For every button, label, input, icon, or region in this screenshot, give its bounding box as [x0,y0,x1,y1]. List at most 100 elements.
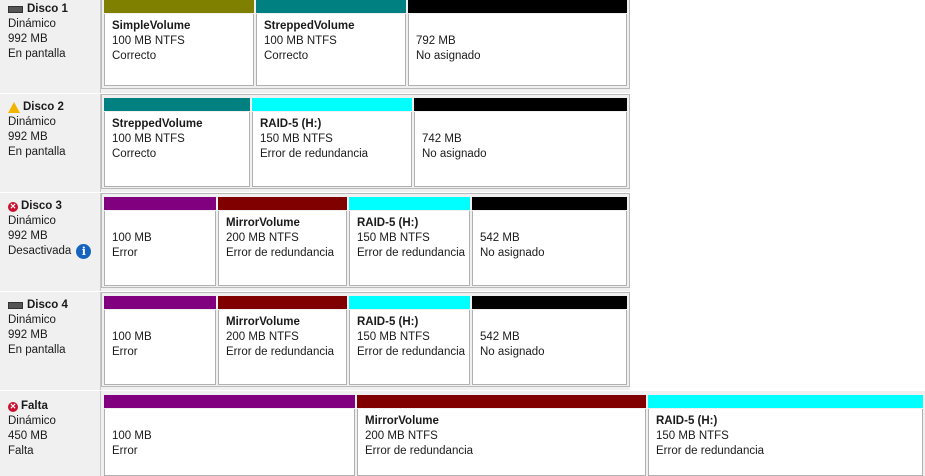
partition-raid5[interactable]: RAID-5 (H:) 150 MB NTFS Error de redunda… [349,296,470,385]
disk-2-label[interactable]: Disco 2 Dinámico 992 MB En pantalla [0,94,101,192]
partition-mirror-volume[interactable]: MirrorVolume 200 MB NTFS Error de redund… [218,296,347,385]
disk-type: Dinámico [8,18,56,30]
partition-unallocated[interactable]: 542 MB No asignado [472,197,627,286]
disk-type: Dinámico [8,415,56,427]
partition-size: 200 MB NTFS [226,331,299,343]
disk-status: En pantalla [8,146,66,158]
partition-status: Error de redundancia [226,247,335,259]
disk-size: 450 MB [8,430,48,442]
partition-size: 100 MB NTFS [112,133,185,145]
disk-row-1: Disco 1 Dinámico 992 MB En pantalla Simp… [0,0,925,93]
partition-unallocated[interactable]: 792 MB No asignado [408,0,627,86]
partition-color-bar [648,395,923,408]
partition-status: No asignado [480,247,545,259]
partition-unallocated[interactable]: 742 MB No asignado [414,98,627,187]
partition-mirror-volume[interactable]: MirrorVolume 200 MB NTFS Error de redund… [357,395,646,476]
partition-color-bar [349,197,470,210]
disk-status: En pantalla [8,48,66,60]
disk-name: Disco 2 [23,101,64,113]
partition-name: RAID-5 (H:) [357,316,419,328]
disk-4-label[interactable]: Disco 4 Dinámico 992 MB En pantalla [0,292,101,390]
partition-name: MirrorVolume [365,415,439,427]
partition-size: 200 MB NTFS [365,430,438,442]
info-icon[interactable]: i [76,244,92,259]
partition-color-bar [256,0,406,13]
partition-size: 150 MB NTFS [656,430,729,442]
disk-name: Disco 3 [21,200,62,212]
disk-type: Dinámico [8,215,56,227]
partition-size: 200 MB NTFS [226,232,299,244]
partition-status: Correcto [112,50,157,62]
partition-status: No asignado [480,346,545,358]
disk-status: Falta [8,445,34,457]
partition-size: 100 MB [112,331,152,343]
partition-size: 150 MB NTFS [357,331,430,343]
partition-raid5[interactable]: RAID-5 (H:) 150 MB NTFS Error de redunda… [252,98,412,187]
partition-status: Error de redundancia [357,346,466,358]
disk-size: 992 MB [8,329,48,341]
partition-unallocated[interactable]: 542 MB No asignado [472,296,627,385]
disk-size: 992 MB [8,131,48,143]
disk-name: Disco 4 [27,299,68,311]
partition-size: 100 MB NTFS [264,35,337,47]
partition-size: 542 MB [480,331,520,343]
partition-failed[interactable]: 100 MB Error [104,296,216,385]
partition-size: 150 MB NTFS [357,232,430,244]
partition-color-bar [104,0,254,13]
partition-status: Error de redundancia [365,445,474,457]
partition-color-bar [252,98,412,111]
partition-size: 100 MB NTFS [112,35,185,47]
partition-size: 792 MB [416,35,456,47]
disk-1-label[interactable]: Disco 1 Dinámico 992 MB En pantalla [0,0,101,93]
partition-size: 100 MB [112,232,152,244]
partition-size: 742 MB [422,133,462,145]
partition-color-bar [414,98,627,111]
disk-size: 992 MB [8,33,48,45]
partition-stripped-volume[interactable]: StreppedVolume 100 MB NTFS Correcto [256,0,406,86]
partition-color-bar [218,197,347,210]
partition-name: MirrorVolume [226,316,300,328]
drive-icon [8,302,24,309]
partition-raid5[interactable]: RAID-5 (H:) 150 MB NTFS Error de redunda… [648,395,923,476]
partition-name: RAID-5 (H:) [260,118,322,130]
error-drive-icon: ✕ [8,201,18,212]
partition-mirror-volume[interactable]: MirrorVolume 200 MB NTFS Error de redund… [218,197,347,286]
partition-raid5[interactable]: RAID-5 (H:) 150 MB NTFS Error de redunda… [349,197,470,286]
disk-row-missing: ✕ Falta Dinámico 450 MB Falta 100 MB Erro… [0,391,925,476]
partition-name: StreppedVolume [112,118,203,130]
partition-status: Error de redundancia [357,247,466,259]
partition-color-bar [104,296,216,309]
drive-icon [8,6,24,13]
partition-status: No asignado [422,148,487,160]
partition-status: Error de redundancia [656,445,765,457]
error-drive-icon: ✕ [8,401,18,412]
partition-color-bar [104,98,250,111]
missing-disk-label[interactable]: ✕ Falta Dinámico 450 MB Falta [0,391,101,476]
disk-row-4: Disco 4 Dinámico 992 MB En pantalla 100 … [0,292,925,390]
partition-color-bar [408,0,627,13]
partition-color-bar [472,197,627,210]
partition-simple-volume[interactable]: SimpleVolume 100 MB NTFS Correcto [104,0,254,86]
disk-row-3: ✕ Disco 3 Dinámico 992 MB Desactivada i 10… [0,193,925,291]
partition-size: 542 MB [480,232,520,244]
partition-status: Correcto [112,148,157,160]
partition-color-bar [104,197,216,210]
partition-stripped-volume[interactable]: StreppedVolume 100 MB NTFS Correcto [104,98,250,187]
partition-status: Error [112,247,138,259]
partition-failed[interactable]: 100 MB Error [104,197,216,286]
disk-status: Desactivada [8,245,72,257]
partition-status: No asignado [416,50,481,62]
disk-3-label[interactable]: ✕ Disco 3 Dinámico 992 MB Desactivada i [0,193,101,291]
partition-color-bar [218,296,347,309]
partition-status: Correcto [264,50,309,62]
partition-color-bar [357,395,646,408]
partition-size: 100 MB [112,430,152,442]
disk-name: Disco 1 [27,3,68,15]
disk-status: En pantalla [8,344,66,356]
disk-size: 992 MB [8,230,48,242]
partition-status: Error [112,445,138,457]
partition-name: RAID-5 (H:) [656,415,718,427]
partition-failed[interactable]: 100 MB Error [104,395,355,476]
partition-status: Error [112,346,138,358]
disk-type: Dinámico [8,116,56,128]
